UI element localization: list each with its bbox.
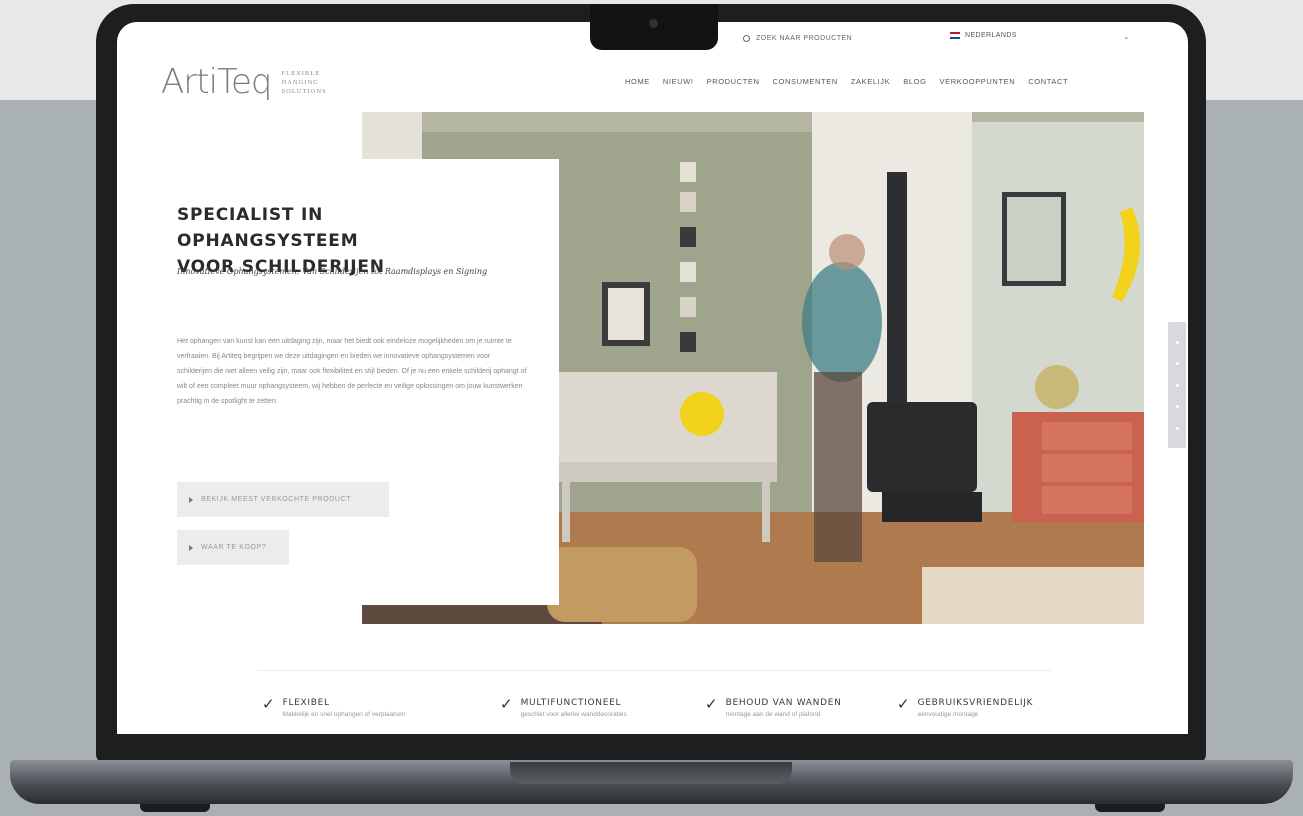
site-logo[interactable]: ArtiTeq FLEXIBLE HANGING SOLUTIONS: [161, 62, 327, 102]
laptop-screen: ZOEK NAAR PRODUCTEN NEDERLANDS ⌄ ArtiTeq…: [117, 22, 1188, 734]
feature-title: GEBRUIKSVRIENDELIJK: [917, 698, 1034, 708]
nav-item-verkooppunten[interactable]: VERKOOPPUNTEN: [940, 77, 1016, 86]
pagination-dot[interactable]: [1175, 362, 1179, 365]
check-icon: ✓: [705, 696, 718, 713]
chevron-down-icon[interactable]: ⌄: [1123, 32, 1130, 41]
pagination-dot[interactable]: [1175, 405, 1179, 408]
laptop-foot: [140, 804, 210, 812]
pagination-dot[interactable]: [1175, 383, 1179, 387]
best-selling-product-button[interactable]: BEKIJK MEEST VERKOCHTE PRODUCT: [177, 482, 389, 517]
search-label: ZOEK NAAR PRODUCTEN: [756, 35, 853, 42]
nav-item-consumenten[interactable]: CONSUMENTEN: [773, 77, 838, 86]
pagination-dot[interactable]: [1175, 426, 1179, 430]
where-to-buy-button[interactable]: WAAR TE KOOP?: [177, 530, 289, 565]
feature-desc: montage aan de wand of plafond: [725, 711, 821, 718]
feature-desc: geschikt voor allerlei wanddecoraties: [520, 711, 627, 718]
feature-multifunctioneel: ✓ MULTIFUNCTIONEEL geschikt voor allerle…: [500, 696, 705, 718]
nav-item-contact[interactable]: CONTACT: [1028, 77, 1068, 86]
language-label: NEDERLANDS: [965, 32, 1017, 39]
nav-item-home[interactable]: HOME: [625, 77, 650, 86]
flag-icon: [950, 32, 960, 39]
nav-item-blog[interactable]: BLOG: [903, 77, 926, 86]
hero-subtitle: Innovatieve Ophangsystemen: Van Schilder…: [177, 267, 488, 276]
search-icon: [743, 35, 750, 42]
feature-gebruiksvriendelijk: ✓ GEBRUIKSVRIENDELIJK eenvoudige montage: [897, 696, 1077, 718]
best-selling-product-label: BEKIJK MEEST VERKOCHTE PRODUCT: [201, 496, 352, 503]
feature-title: BEHOUD VAN WANDEN: [725, 698, 842, 708]
laptop-opening-groove: [510, 762, 792, 784]
feature-flexibel: ✓ FLEXIBEL Makkelijk en snel ophangen of…: [262, 696, 500, 718]
feature-title: MULTIFUNCTIONEEL: [520, 698, 622, 708]
camera-icon: [649, 19, 658, 28]
language-selector[interactable]: NEDERLANDS: [950, 32, 1017, 39]
feature-list: ✓ FLEXIBEL Makkelijk en snel ophangen of…: [262, 696, 1077, 718]
nav-item-zakelijk[interactable]: ZAKELIJK: [851, 77, 890, 86]
laptop-foot: [1095, 804, 1165, 812]
check-icon: ✓: [262, 696, 275, 713]
feature-behoud-van-wanden: ✓ BEHOUD VAN WANDEN montage aan de wand …: [705, 696, 897, 718]
main-nav: HOME NIEUW! PRODUCTEN CONSUMENTEN ZAKELI…: [625, 77, 1068, 86]
search-link[interactable]: ZOEK NAAR PRODUCTEN: [743, 35, 852, 42]
section-divider: [257, 670, 1052, 671]
feature-desc: Makkelijk en snel ophangen of verplaatse…: [282, 711, 406, 718]
where-to-buy-label: WAAR TE KOOP?: [201, 544, 267, 551]
pagination-dot[interactable]: [1175, 340, 1179, 344]
nav-item-nieuw[interactable]: NIEUW!: [663, 77, 694, 86]
feature-desc: eenvoudige montage: [917, 711, 979, 718]
check-icon: ✓: [897, 696, 910, 713]
logo-wordmark: ArtiTeq: [161, 62, 273, 102]
feature-title: FLEXIBEL: [282, 698, 330, 708]
triangle-right-icon: [189, 496, 193, 503]
logo-tagline: FLEXIBLE HANGING SOLUTIONS: [281, 69, 327, 95]
slider-pagination[interactable]: [1168, 322, 1186, 448]
nav-item-producten[interactable]: PRODUCTEN: [707, 77, 760, 86]
triangle-right-icon: [189, 544, 193, 551]
check-icon: ✓: [500, 696, 513, 713]
hero-body-text: Het ophangen van kunst kan een uitdaging…: [177, 338, 527, 405]
